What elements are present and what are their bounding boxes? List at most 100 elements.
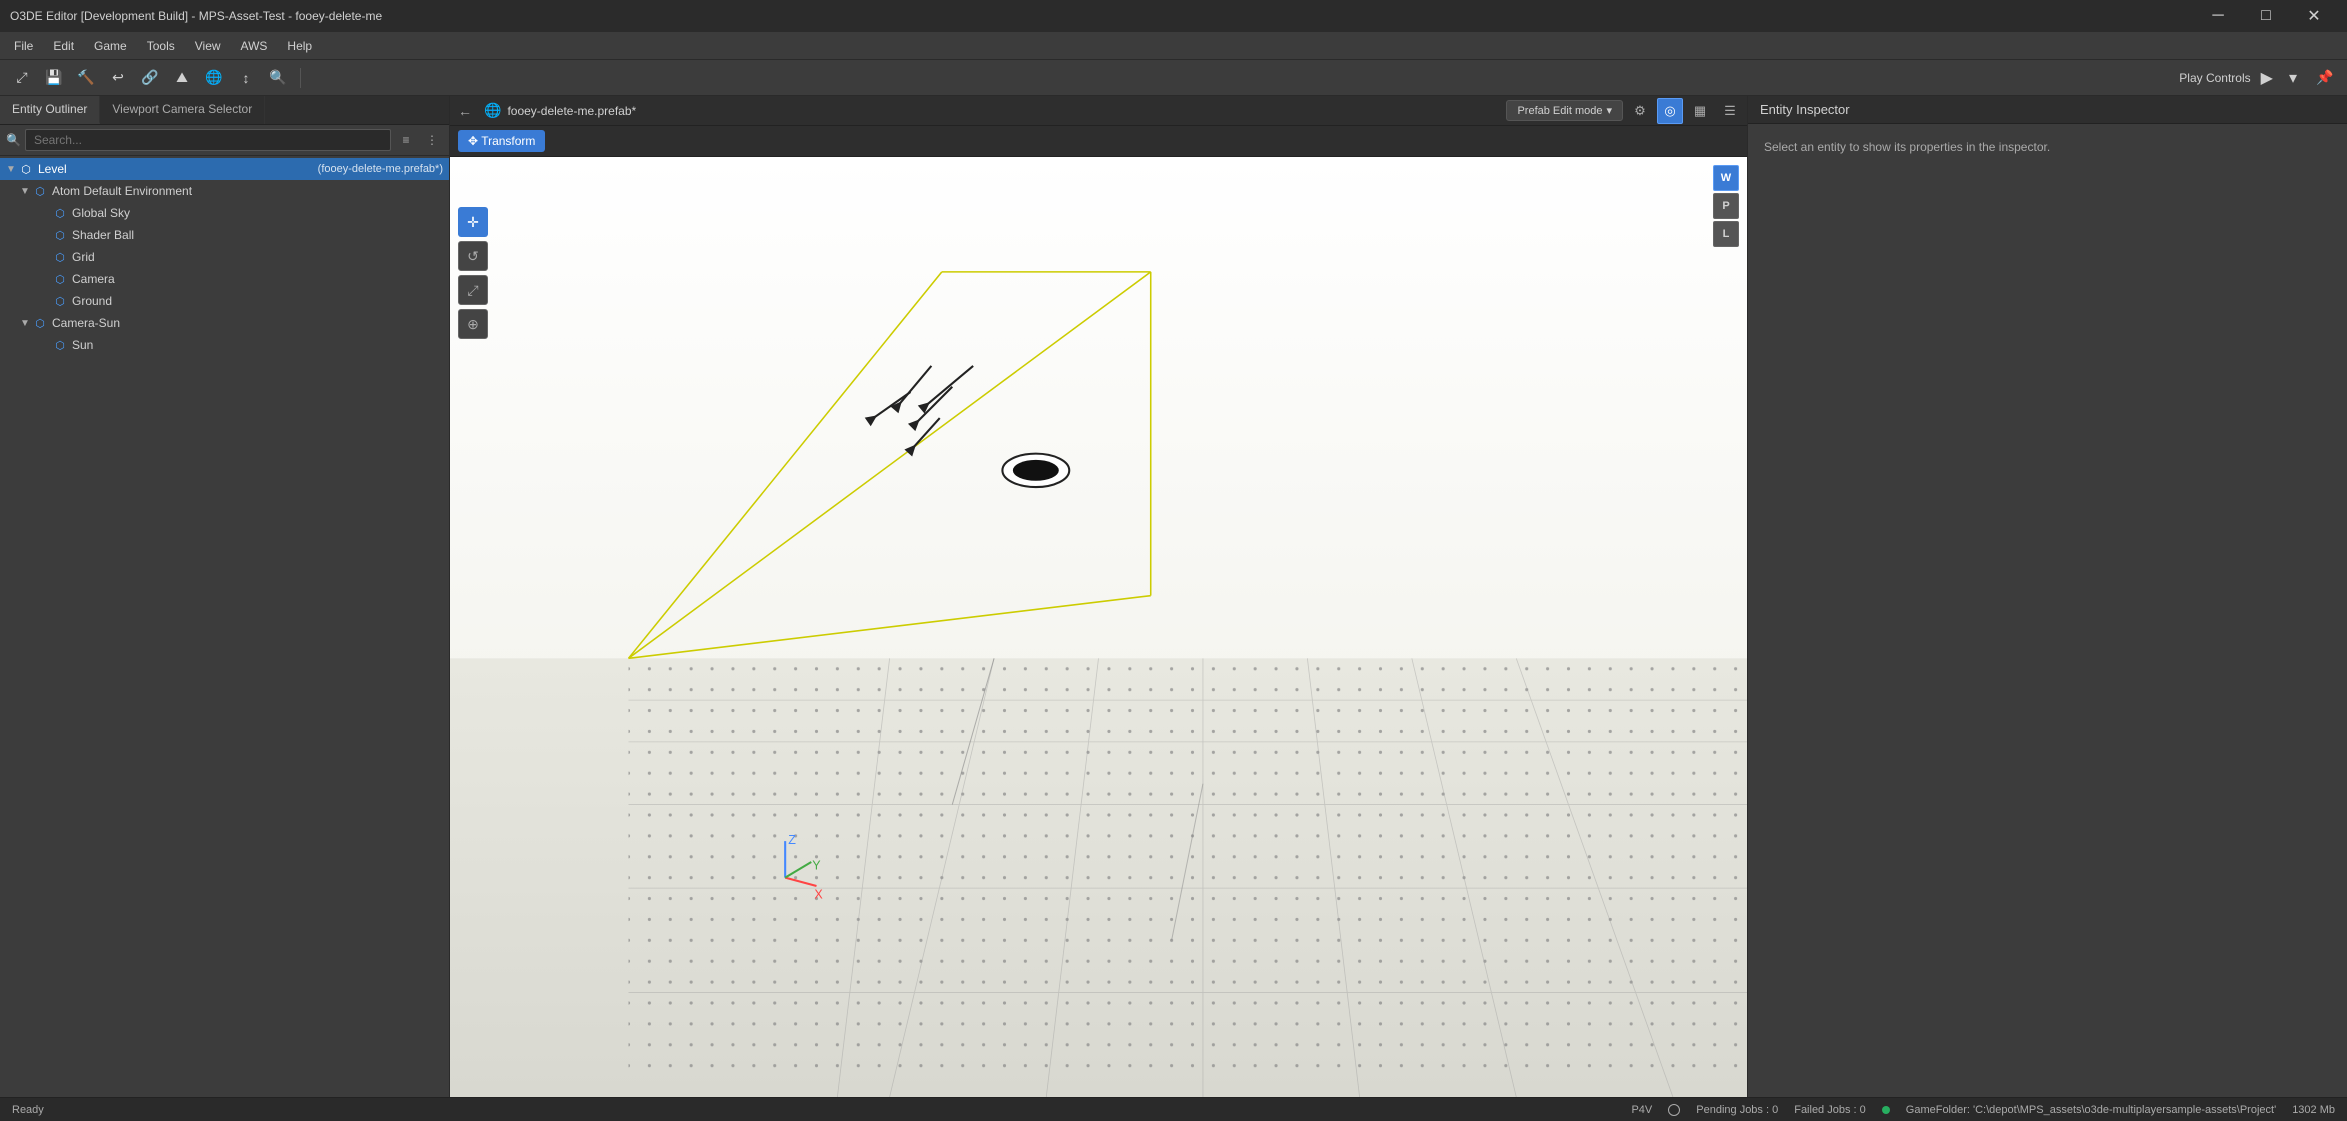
shader-ball-label: Shader Ball xyxy=(72,228,429,242)
camera-view-icon: 📷 xyxy=(413,273,427,286)
viewport-options-button[interactable]: ☰ xyxy=(1717,98,1743,124)
tab-entity-outliner[interactable]: Entity Outliner xyxy=(0,96,100,124)
tool-search[interactable]: 🔍 xyxy=(264,64,292,92)
prefab-edit-mode-button[interactable]: Prefab Edit mode ▾ xyxy=(1506,100,1623,121)
tool-save[interactable]: 💾 xyxy=(40,64,68,92)
inspector-title: Entity Inspector xyxy=(1760,102,1850,117)
wpl-l-button[interactable]: L xyxy=(1713,221,1739,247)
wpl-p-button[interactable]: P xyxy=(1713,193,1739,219)
viewport-tool-buttons: ✛ ↺ ⤢ ⊕ xyxy=(458,207,488,339)
transform-button[interactable]: ✥ Transform xyxy=(458,130,545,152)
tree-item-grid[interactable]: ⬡ Grid xyxy=(0,246,449,268)
menu-view[interactable]: View xyxy=(185,35,231,57)
entity-tree: ▼ ⬡ Level (fooey-delete-me.prefab*) ▼ ⬡ … xyxy=(0,156,449,1097)
menu-help[interactable]: Help xyxy=(277,35,322,57)
tree-item-sun[interactable]: ⬡ Sun xyxy=(0,334,449,356)
level-icon: ⬡ xyxy=(18,161,34,177)
vp-tool-scale[interactable]: ⤢ xyxy=(458,275,488,305)
inspector-content: Select an entity to show its properties … xyxy=(1748,124,2347,1097)
app-title: O3DE Editor [Development Build] - MPS-As… xyxy=(10,9,382,23)
game-folder: GameFolder: 'C:\depot\MPS_assets\o3de-mu… xyxy=(1906,1104,2276,1116)
toolbar: ⤢ 💾 🔨 ↩ 🔗 ⛰ 🌐 ↕ 🔍 Play Controls ▶ ▾ 📌 xyxy=(0,60,2347,96)
level-label: Level xyxy=(38,162,310,176)
sun-label: Sun xyxy=(72,338,429,352)
filter-button[interactable]: ≡ xyxy=(395,129,417,151)
ready-status: Ready xyxy=(12,1104,44,1116)
viewport-back-button[interactable]: ← xyxy=(454,99,476,123)
vp-tool-rotate[interactable]: ↺ xyxy=(458,241,488,271)
viewport-canvas[interactable]: // dots rendered via SVG pattern approxi… xyxy=(450,157,1747,1097)
tool-transform[interactable]: ⤢ xyxy=(8,64,36,92)
expand-arrow-camera xyxy=(40,274,52,285)
tree-item-atom-default-env[interactable]: ▼ ⬡ Atom Default Environment xyxy=(0,180,449,202)
tree-item-global-sky[interactable]: ⬡ Global Sky xyxy=(0,202,449,224)
tree-item-camera-sun[interactable]: ▼ ⬡ Camera-Sun xyxy=(0,312,449,334)
tree-item-shader-ball[interactable]: ⬡ Shader Ball xyxy=(0,224,449,246)
search-input[interactable] xyxy=(25,129,391,151)
close-button[interactable]: ✕ xyxy=(2291,0,2337,32)
outliner-toolbar: 🔍 ≡ ⋮ xyxy=(0,125,449,156)
menu-file[interactable]: File xyxy=(4,35,43,57)
settings-button[interactable]: ⋮ xyxy=(421,129,443,151)
prefab-name: fooey-delete-me.prefab* xyxy=(507,104,636,118)
inspector-header: Entity Inspector xyxy=(1748,96,2347,124)
transform-label: Transform xyxy=(481,134,535,148)
left-panel: Entity Outliner Viewport Camera Selector… xyxy=(0,96,450,1097)
maximize-button[interactable]: □ xyxy=(2243,0,2289,32)
viewport-tabs: ← 🌐 fooey-delete-me.prefab* Prefab Edit … xyxy=(450,96,1747,126)
mode-label: Prefab Edit mode xyxy=(1517,105,1602,117)
menu-tools[interactable]: Tools xyxy=(137,35,185,57)
tab-viewport-camera-selector[interactable]: Viewport Camera Selector xyxy=(100,96,265,124)
atom-env-icon: ⬡ xyxy=(32,183,48,199)
inspector-empty-message: Select an entity to show its properties … xyxy=(1764,140,2050,154)
play-dropdown-button[interactable]: ▾ xyxy=(2283,66,2303,90)
tree-item-camera[interactable]: ⬡ Camera 📷 xyxy=(0,268,449,290)
minimize-button[interactable]: ─ xyxy=(2195,0,2241,32)
tool-snap[interactable]: 🔗 xyxy=(136,64,164,92)
pin-button[interactable]: 📌 xyxy=(2311,64,2339,92)
wpl-buttons: W P L xyxy=(1713,165,1739,247)
expand-arrow-ground xyxy=(40,296,52,307)
grid-label: Grid xyxy=(72,250,429,264)
tool-build[interactable]: 🔨 xyxy=(72,64,100,92)
tool-move[interactable]: ↕ xyxy=(232,64,260,92)
transform-icon: ✥ xyxy=(468,134,478,148)
vp-tool-snap[interactable]: ⊕ xyxy=(458,309,488,339)
tool-globe[interactable]: 🌐 xyxy=(200,64,228,92)
play-controls: Play Controls ▶ ▾ xyxy=(2179,66,2303,90)
play-button[interactable]: ▶ xyxy=(2255,66,2279,90)
svg-text:X: X xyxy=(814,888,823,902)
menu-bar: File Edit Game Tools View AWS Help xyxy=(0,32,2347,60)
global-sky-icon: ⬡ xyxy=(52,205,68,221)
global-sky-label: Global Sky xyxy=(72,206,429,220)
title-bar: O3DE Editor [Development Build] - MPS-As… xyxy=(0,0,2347,32)
expand-arrow-atom[interactable]: ▼ xyxy=(20,186,32,197)
toolbar-left: ⤢ 💾 🔨 ↩ 🔗 ⛰ 🌐 ↕ 🔍 xyxy=(8,64,305,92)
camera-settings-button[interactable]: ⚙ xyxy=(1627,98,1653,124)
level-suffix: (fooey-delete-me.prefab*) xyxy=(318,163,443,175)
mode-dropdown-icon: ▾ xyxy=(1606,104,1612,117)
menu-edit[interactable]: Edit xyxy=(43,35,84,57)
ground-label: Ground xyxy=(72,294,429,308)
svg-text:Y: Y xyxy=(812,858,821,872)
toolbar-right: Play Controls ▶ ▾ 📌 xyxy=(2179,64,2339,92)
camera-label: Camera xyxy=(72,272,413,286)
ground-icon: ⬡ xyxy=(52,293,68,309)
menu-aws[interactable]: AWS xyxy=(231,35,278,57)
vp-tool-translate[interactable]: ✛ xyxy=(458,207,488,237)
viewport-mode-button[interactable]: ◎ xyxy=(1657,98,1683,124)
grid-icon: ⬡ xyxy=(52,249,68,265)
svg-text:Z: Z xyxy=(788,833,796,847)
menu-game[interactable]: Game xyxy=(84,35,137,57)
tree-item-ground[interactable]: ⬡ Ground xyxy=(0,290,449,312)
main-layout: Entity Outliner Viewport Camera Selector… xyxy=(0,96,2347,1097)
display-toggle-button[interactable]: ▦ xyxy=(1687,98,1713,124)
sun-icon: ⬡ xyxy=(52,337,68,353)
expand-arrow-level[interactable]: ▼ xyxy=(6,164,18,175)
expand-arrow-camera-sun[interactable]: ▼ xyxy=(20,318,32,329)
tree-item-level[interactable]: ▼ ⬡ Level (fooey-delete-me.prefab*) xyxy=(0,158,449,180)
tool-terrain[interactable]: ⛰ xyxy=(168,64,196,92)
viewport-title: 🌐 fooey-delete-me.prefab* xyxy=(484,102,636,119)
tool-undo[interactable]: ↩ xyxy=(104,64,132,92)
wpl-w-button[interactable]: W xyxy=(1713,165,1739,191)
